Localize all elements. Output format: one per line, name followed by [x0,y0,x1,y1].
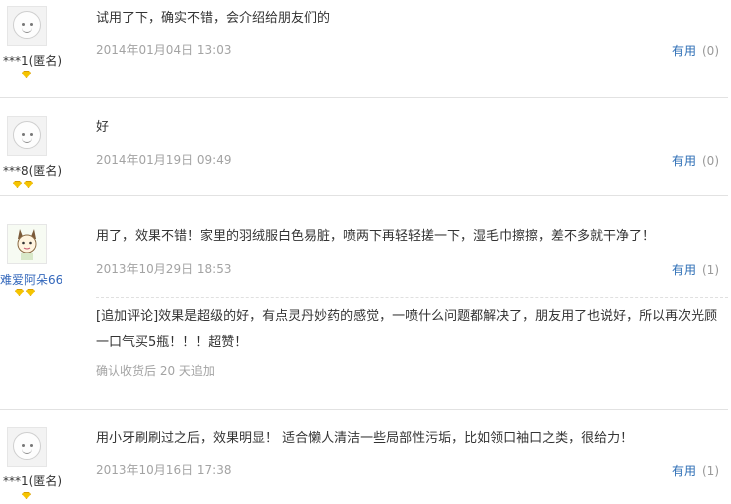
review-text: 用了，效果不错！家里的羽绒服白色易脏，喷两下再轻轻搓一下，湿毛巾擦擦，差不多就干… [96,229,656,244]
review-item: ***1(匿名) 试用了下，确实不错，会介绍给朋友们的 2014年01月04日 … [0,0,731,97]
username[interactable]: 难爱阿朵66 [0,271,62,288]
buyer-rank-icon [22,71,31,81]
cartoon-avatar-icon [17,229,37,260]
useful-button[interactable]: 有用 (0) [672,152,719,169]
useful-count: (1) [702,263,719,277]
review-item: ***1(匿名) 用小牙刷刷过之后，效果明显！ 适合懒人清洁一些局部性污垢，比如… [0,410,731,504]
useful-label[interactable]: 有用 [672,263,696,277]
append-note: 确认收货后 20 天追加 [96,364,215,378]
useful-label[interactable]: 有用 [672,464,696,478]
avatar[interactable] [7,116,47,156]
buyer-rank-icon [13,181,33,191]
avatar[interactable] [7,6,47,46]
default-face-icon [13,432,41,460]
buyer-rank-icon [22,492,31,502]
avatar[interactable] [7,427,47,467]
append-review-text: [追加评论]效果是超级的好，有点灵丹妙药的感觉，一喷什么问题都解决了，朋友用了也… [96,309,718,350]
default-face-icon [13,11,41,39]
review-date: 2013年10月29日 18:53 [96,262,232,276]
review-date: 2013年10月16日 17:38 [96,463,232,477]
review-text: 好 [96,120,110,135]
useful-count: (0) [702,154,719,168]
useful-count: (0) [702,44,719,58]
useful-label[interactable]: 有用 [672,154,696,168]
useful-button[interactable]: 有用 (1) [672,462,719,479]
review-item: ***8(匿名) 好 2014年01月19日 09:49 有用 (0) [0,98,731,195]
review-text: 用小牙刷刷过之后，效果明显！ 适合懒人清洁一些局部性污垢，比如领口袖口之类，很给… [96,431,634,446]
useful-button[interactable]: 有用 (0) [672,42,719,59]
avatar[interactable] [7,224,47,264]
username: ***1(匿名) [3,474,62,488]
useful-label[interactable]: 有用 [672,44,696,58]
useful-count: (1) [702,464,719,478]
review-date: 2014年01月04日 13:03 [96,43,232,57]
default-face-icon [13,121,41,149]
review-text: 试用了下，确实不错，会介绍给朋友们的 [96,11,331,26]
username: ***1(匿名) [3,54,62,68]
review-date: 2014年01月19日 09:49 [96,153,232,167]
review-item: 难爱阿朵66 用了，效果不错！家里的羽绒服白色易脏，喷两下再轻轻搓一下，湿毛巾擦… [0,196,731,409]
username: ***8(匿名) [3,164,62,178]
useful-button[interactable]: 有用 (1) [672,261,719,278]
buyer-rank-icon [15,289,35,299]
append-divider [96,297,728,299]
